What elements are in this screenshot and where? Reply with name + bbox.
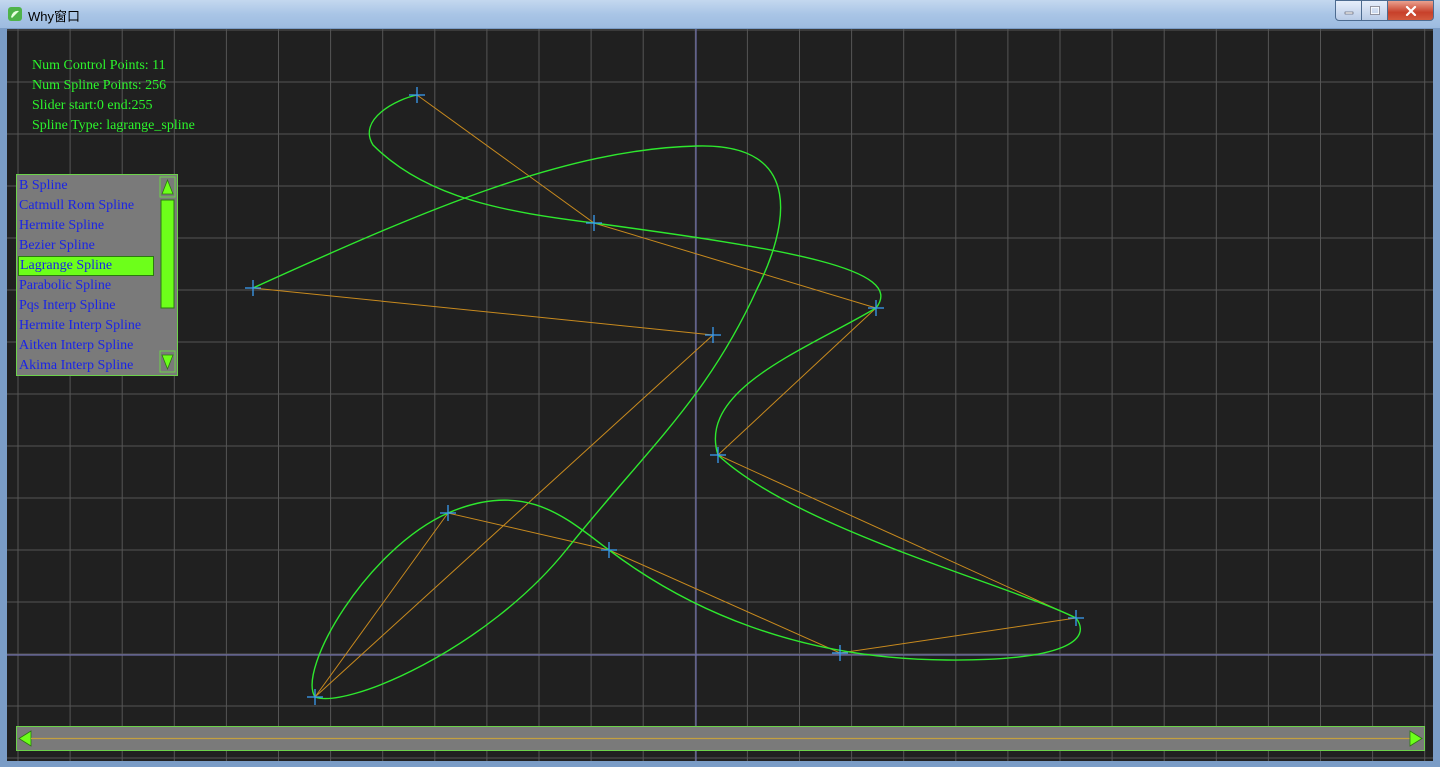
control-point-marker[interactable] <box>440 505 456 521</box>
close-icon <box>1405 5 1416 16</box>
list-item-akima-interp-spline[interactable]: Akima Interp Spline <box>18 356 156 376</box>
list-scroll-thumb[interactable] <box>160 199 175 309</box>
minimize-icon <box>1344 11 1353 14</box>
scroll-down-arrow-icon[interactable] <box>159 350 176 373</box>
list-item-bezier-spline[interactable]: Bezier Spline <box>18 236 156 256</box>
spline-canvas-area[interactable]: Num Control Points: 11 Num Spline Points… <box>7 29 1433 761</box>
list-item-aitken-interp-spline[interactable]: Aitken Interp Spline <box>18 336 156 356</box>
num-control-points-text: Num Control Points: 11 <box>32 58 166 73</box>
axes <box>7 29 1433 761</box>
minimize-button[interactable] <box>1335 0 1362 21</box>
app-icon <box>8 7 22 21</box>
num-spline-points-text: Num Spline Points: 256 <box>32 78 167 93</box>
info-panel: Num Control Points: 11 Num Spline Points… <box>32 56 195 136</box>
control-points[interactable] <box>245 87 1084 705</box>
list-item-catmull-rom-spline[interactable]: Catmull Rom Spline <box>18 196 156 216</box>
slider-left-arrow-icon[interactable] <box>18 730 32 747</box>
control-point-marker[interactable] <box>601 542 617 558</box>
control-point-marker[interactable] <box>245 280 261 296</box>
grid <box>7 29 1433 761</box>
range-slider[interactable] <box>16 726 1425 751</box>
control-segment <box>416 94 877 309</box>
control-point-marker[interactable] <box>586 215 602 231</box>
close-button[interactable] <box>1388 0 1434 21</box>
spline-type-listbox[interactable]: B Spline Catmull Rom Spline Hermite Spli… <box>16 174 178 376</box>
control-point-marker[interactable] <box>832 645 848 661</box>
maximize-button[interactable] <box>1362 0 1388 21</box>
spline-canvas[interactable] <box>7 29 1433 761</box>
list-item-b-spline[interactable]: B Spline <box>18 176 156 196</box>
control-point-marker[interactable] <box>1068 610 1084 626</box>
title-bar[interactable]: Why窗口 <box>0 0 1440 28</box>
list-item-hermite-interp-spline[interactable]: Hermite Interp Spline <box>18 316 156 336</box>
scroll-up-arrow-icon[interactable] <box>159 176 176 198</box>
list-item-lagrange-spline[interactable]: Lagrange Spline <box>18 256 154 276</box>
list-item-parabolic-spline[interactable]: Parabolic Spline <box>18 276 156 296</box>
slider-right-arrow-icon[interactable] <box>1409 730 1423 747</box>
list-item-pqs-interp-spline[interactable]: Pqs Interp Spline <box>18 296 156 316</box>
control-point-marker[interactable] <box>409 87 425 103</box>
maximize-icon <box>1369 6 1380 15</box>
list-item-hermite-spline[interactable]: Hermite Spline <box>18 216 156 236</box>
control-segment <box>252 287 714 336</box>
list-scrollbar[interactable] <box>159 176 176 373</box>
window-title: Why窗口 <box>28 9 81 24</box>
range-slider-track[interactable] <box>17 727 1424 750</box>
control-polygon <box>252 94 1078 698</box>
spline-type-text: Spline Type: lagrange_spline <box>32 118 195 133</box>
slider-range-text: Slider start:0 end:255 <box>32 98 153 113</box>
